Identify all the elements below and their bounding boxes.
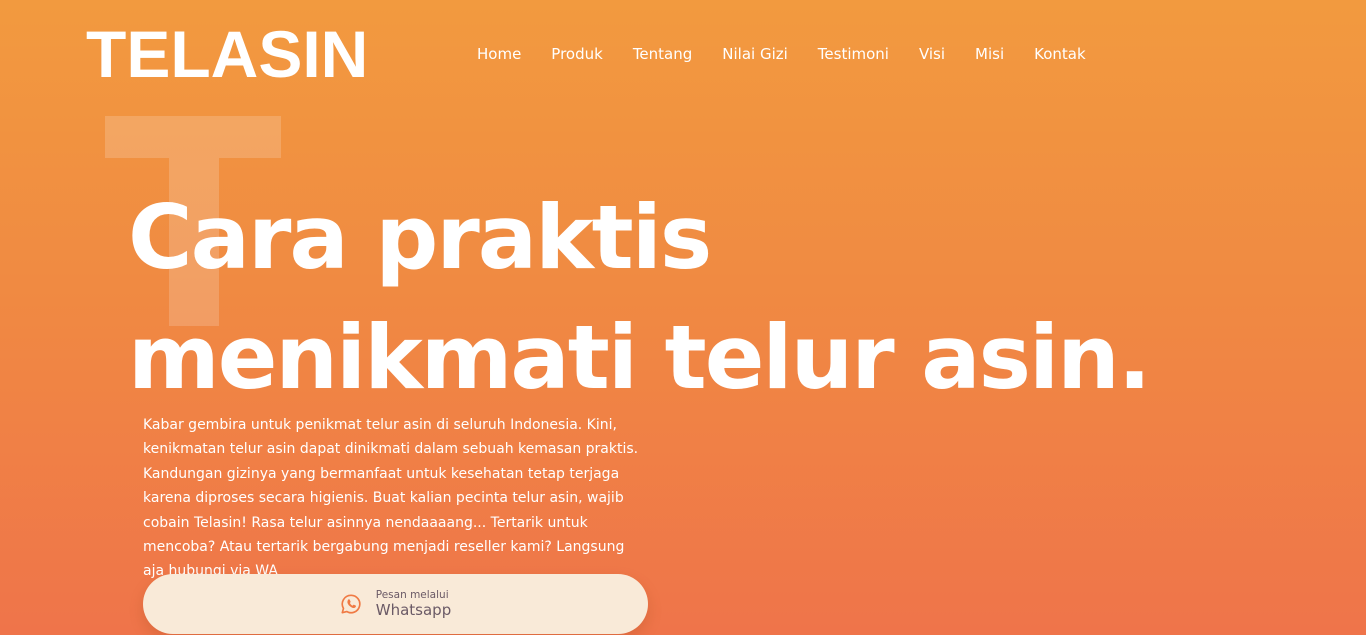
brand-logo[interactable]: TELASIN	[86, 18, 368, 90]
hero-description: Kabar gembira untuk penikmat telur asin …	[143, 417, 639, 580]
letter-t-crossbar	[105, 116, 281, 158]
whatsapp-button-text: Pesan melalui Whatsapp	[376, 589, 451, 619]
nav-nilai-gizi[interactable]: Nilai Gizi	[722, 44, 788, 64]
whatsapp-button-caption: Pesan melalui	[375, 589, 449, 601]
whatsapp-button-label: Whatsapp	[375, 601, 452, 619]
nav-testimoni[interactable]: Testimoni	[818, 44, 889, 64]
nav-kontak[interactable]: Kontak	[1034, 44, 1086, 64]
nav-tentang[interactable]: Tentang	[633, 44, 692, 64]
nav-misi[interactable]: Misi	[975, 44, 1004, 64]
nav-home[interactable]: Home	[477, 44, 521, 64]
hero-headline: Cara praktis menikmati telur asin.	[128, 186, 1151, 409]
nav-visi[interactable]: Visi	[919, 44, 945, 64]
nav-produk[interactable]: Produk	[551, 44, 603, 64]
main-nav: Home Produk Tentang Nilai Gizi Testimoni…	[477, 44, 1116, 64]
whatsapp-icon	[340, 593, 362, 615]
whatsapp-order-button[interactable]: Pesan melalui Whatsapp	[143, 574, 648, 634]
